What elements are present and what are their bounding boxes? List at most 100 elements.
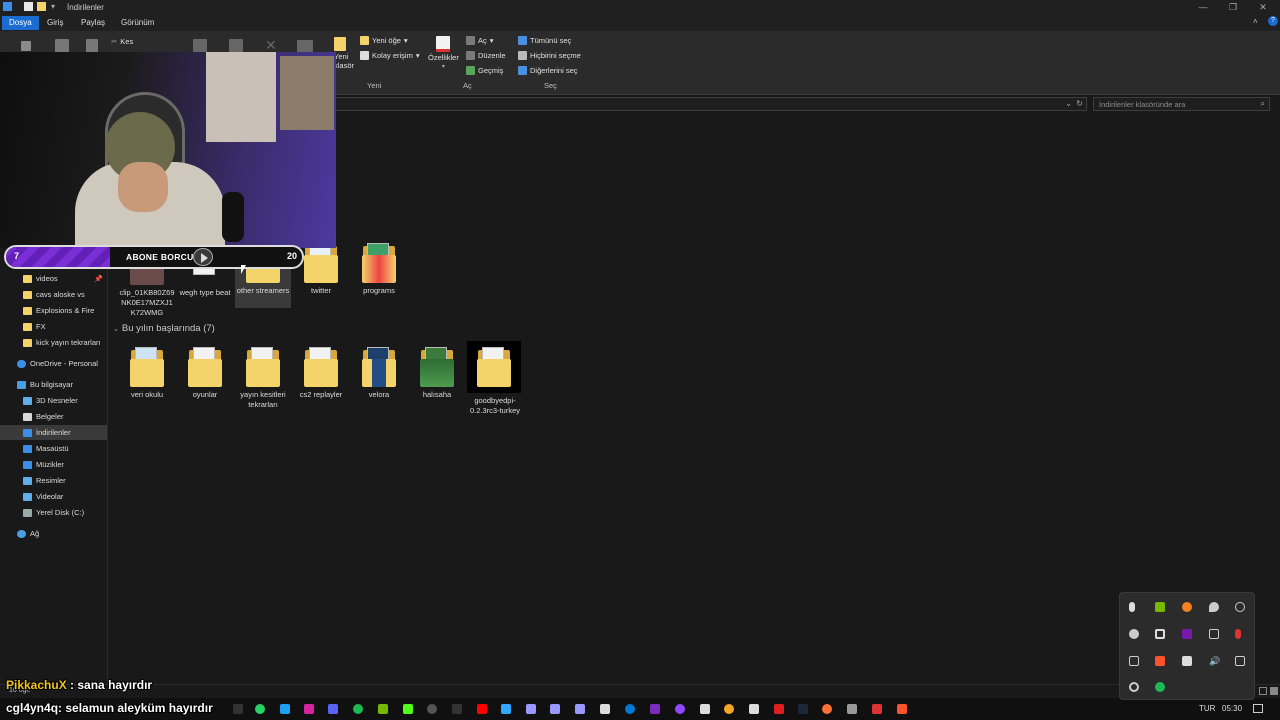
folder-item[interactable]: velora (351, 347, 407, 400)
collapse-ribbon-icon[interactable]: ˄ (1253, 17, 1258, 26)
folder-item[interactable]: programs (351, 243, 407, 296)
folder-item[interactable]: oyunlar (177, 347, 233, 400)
nav-item-documents[interactable]: Belgeler (0, 409, 107, 424)
nav-item-cavs[interactable]: cavs aloske vs (0, 287, 107, 302)
cloud-icon[interactable] (1129, 629, 1139, 639)
media-encoder-icon[interactable] (526, 704, 536, 714)
customize-quick-access-icon[interactable]: ▾ (51, 2, 55, 11)
paste-icon[interactable] (86, 39, 98, 53)
properties-button[interactable]: Özellikler ▾ (428, 36, 459, 70)
close-icon[interactable]: ✕ (1250, 1, 1276, 13)
copy-to-icon[interactable] (229, 39, 243, 53)
acrobat-icon[interactable] (477, 704, 487, 714)
settings-icon[interactable] (1129, 682, 1139, 692)
nav-item-music[interactable]: Müzikler (0, 457, 107, 472)
tiktok-icon[interactable] (233, 704, 243, 714)
nav-item-videos[interactable]: videos 📌 (0, 271, 107, 286)
app-icon[interactable] (650, 704, 660, 714)
large-icons-view-icon[interactable] (1270, 687, 1278, 695)
app-icon[interactable] (1235, 602, 1245, 612)
folder-item[interactable]: cs2 replayler (293, 347, 349, 400)
move-to-icon[interactable] (193, 39, 207, 53)
address-dropdown-icon[interactable]: ⌄ (1065, 99, 1072, 108)
app-icon[interactable] (724, 704, 734, 714)
display-icon[interactable] (1129, 656, 1139, 666)
notification-icon[interactable] (1253, 704, 1263, 713)
microphone-muted-icon[interactable] (1235, 629, 1241, 639)
nav-item-fx[interactable]: FX (0, 319, 107, 334)
refresh-icon[interactable]: ↻ (1076, 99, 1083, 108)
brave-icon[interactable] (897, 704, 907, 714)
new-item-button[interactable]: Yeni öğe ▾ (360, 36, 408, 45)
nav-item-kick[interactable]: kick yayın tekrarları (0, 335, 107, 350)
app-icon[interactable] (1209, 629, 1219, 639)
nvidia-icon[interactable] (378, 704, 388, 714)
nav-item-desktop[interactable]: Masaüstü (0, 441, 107, 456)
discord-icon[interactable] (328, 704, 338, 714)
kick-icon[interactable] (403, 704, 413, 714)
tab-share[interactable]: Paylaş (74, 16, 112, 30)
tab-file[interactable]: Dosya (2, 16, 39, 30)
search-input[interactable]: İndirilenler klasöründe ara ⌕ (1093, 97, 1270, 111)
onenote-icon[interactable] (1182, 629, 1192, 639)
app-icon[interactable] (1182, 602, 1192, 612)
edge-icon[interactable] (625, 704, 635, 714)
app-icon[interactable] (452, 704, 462, 714)
capcut-icon[interactable] (600, 704, 610, 714)
steam-icon[interactable] (798, 704, 808, 714)
nav-item-this-pc[interactable]: Bu bilgisayar (0, 377, 107, 392)
app-icon[interactable] (847, 704, 857, 714)
photoshop-icon[interactable] (501, 704, 511, 714)
tab-home[interactable]: Giriş (40, 16, 70, 30)
spotify-icon[interactable] (1155, 682, 1165, 692)
folder-item[interactable] (467, 341, 521, 393)
obs-icon[interactable] (427, 704, 437, 714)
app-icon[interactable] (1235, 656, 1245, 666)
properties-quick-icon[interactable] (24, 2, 33, 11)
premiere-icon[interactable] (575, 704, 585, 714)
group-header[interactable]: ⌄ Bu yılın başlarında (7) (113, 323, 215, 334)
firefox-icon[interactable] (822, 704, 832, 714)
drop-icon[interactable] (1209, 602, 1219, 612)
spotify-icon[interactable] (353, 704, 363, 714)
after-effects-icon[interactable] (550, 704, 560, 714)
copy-icon[interactable] (55, 39, 69, 53)
nav-item-onedrive[interactable]: OneDrive - Personal (0, 356, 107, 371)
volume-icon[interactable]: 🔊 (1209, 656, 1220, 666)
address-bar[interactable]: ⌄ ↻ (330, 97, 1087, 111)
new-folder-button[interactable]: Yeni klasör (334, 37, 354, 70)
back-icon[interactable] (3, 2, 12, 11)
details-view-icon[interactable] (1259, 687, 1267, 695)
history-button[interactable]: Geçmiş (466, 66, 503, 75)
folder-item[interactable]: yayın kesitleri tekrarları (235, 347, 291, 410)
app-icon[interactable] (700, 704, 710, 714)
folder-item[interactable]: halısaha (409, 347, 465, 400)
cut-button[interactable]: ✂ Kes (111, 37, 133, 46)
restore-icon[interactable]: ❐ (1220, 1, 1246, 13)
discord-icon[interactable] (1182, 656, 1192, 666)
pin-icon[interactable] (21, 41, 31, 51)
nav-item-3d[interactable]: 3D Nesneler (0, 393, 107, 408)
edit-button[interactable]: Düzenle (466, 51, 506, 60)
folder-item[interactable]: veri okulu (119, 347, 175, 400)
search-icon[interactable]: ⌕ (1261, 99, 1265, 109)
tab-view[interactable]: Görünüm (114, 16, 161, 30)
rename-icon[interactable] (297, 40, 313, 52)
app-icon[interactable] (1155, 629, 1165, 639)
invert-selection-button[interactable]: Diğerlerini seç (518, 66, 578, 75)
nav-item-videos-lib[interactable]: Videolar (0, 489, 107, 504)
select-all-button[interactable]: Tümünü seç (518, 36, 571, 45)
nav-item-explosions[interactable]: Explosions & Fire (0, 303, 107, 318)
whatsapp-icon[interactable] (255, 704, 265, 714)
app-icon[interactable] (872, 704, 882, 714)
microphone-icon[interactable] (1129, 602, 1135, 612)
language-indicator[interactable]: TUR (1199, 704, 1215, 713)
nav-item-network[interactable]: Ağ (0, 526, 107, 541)
nav-item-local-disk[interactable]: Yerel Disk (C:) (0, 505, 107, 520)
new-folder-quick-icon[interactable] (37, 2, 46, 11)
minimize-icon[interactable]: — (1190, 1, 1216, 13)
easy-access-button[interactable]: Kolay erişim ▾ (360, 51, 420, 60)
brave-icon[interactable] (1155, 656, 1165, 666)
open-button[interactable]: Aç ▾ (466, 36, 494, 45)
help-icon[interactable]: ? (1268, 16, 1278, 26)
